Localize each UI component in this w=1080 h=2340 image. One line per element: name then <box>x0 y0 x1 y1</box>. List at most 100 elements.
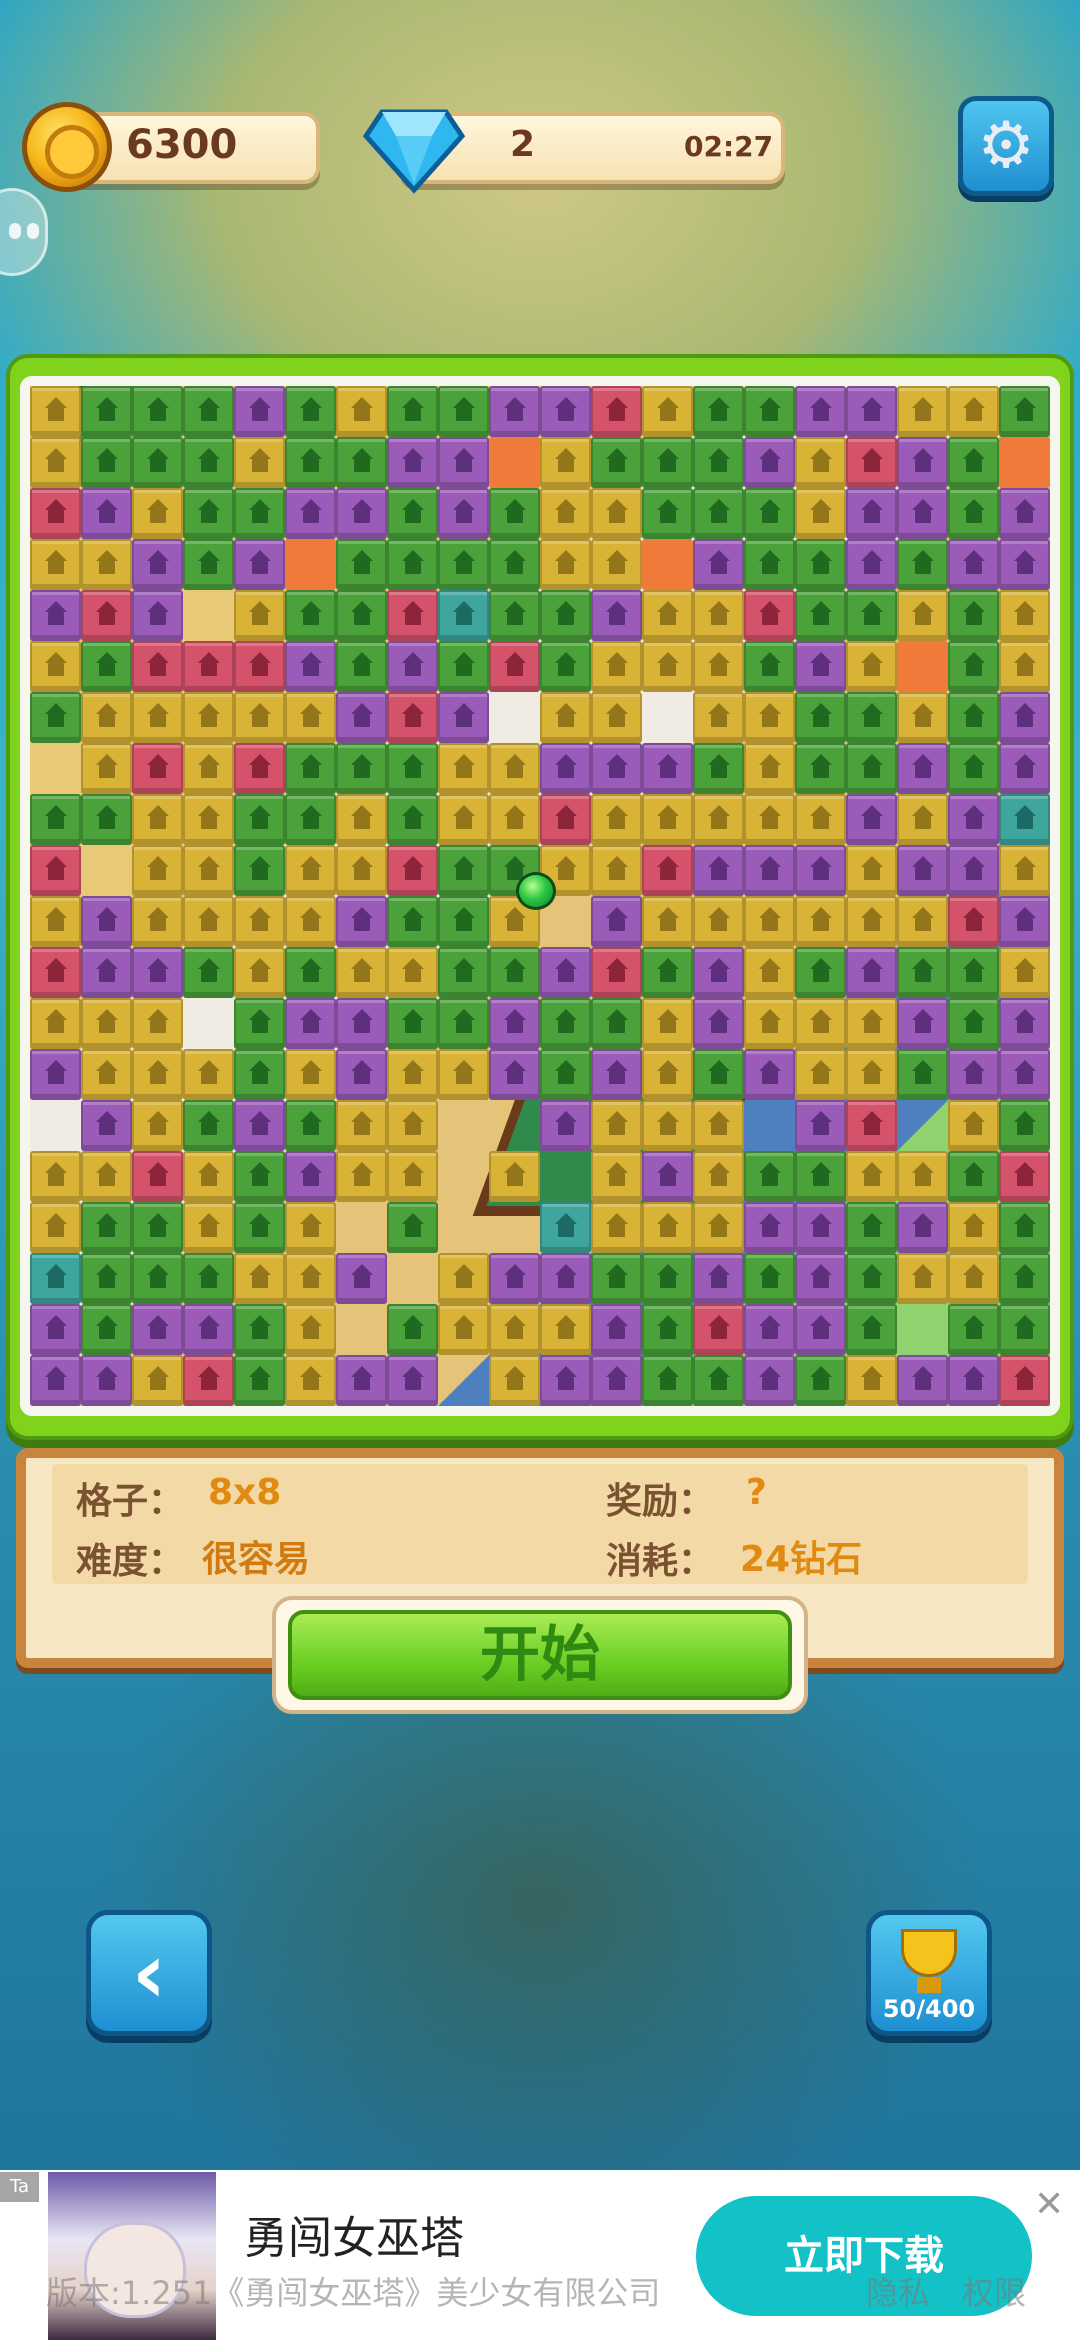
board-tile[interactable] <box>795 998 846 1049</box>
board-tile[interactable] <box>591 590 642 641</box>
board-tile[interactable] <box>693 488 744 539</box>
board-tile[interactable] <box>132 845 183 896</box>
board-tile[interactable] <box>642 896 693 947</box>
board-tile[interactable] <box>591 1304 642 1355</box>
board-tile[interactable] <box>438 1304 489 1355</box>
board-tile[interactable] <box>999 1151 1050 1202</box>
board-tile[interactable] <box>948 437 999 488</box>
board-tile[interactable] <box>642 641 693 692</box>
board-tile[interactable] <box>489 590 540 641</box>
board-tile[interactable] <box>183 1202 234 1253</box>
board-tile[interactable] <box>30 1304 81 1355</box>
board-tile[interactable] <box>234 692 285 743</box>
board-tile[interactable] <box>897 998 948 1049</box>
board-tile[interactable] <box>642 743 693 794</box>
board-tile[interactable] <box>285 488 336 539</box>
board-tile[interactable] <box>234 386 285 437</box>
board-tile[interactable] <box>285 743 336 794</box>
board-tile[interactable] <box>693 437 744 488</box>
board-tile[interactable] <box>999 896 1050 947</box>
board-tile[interactable] <box>795 590 846 641</box>
board-tile[interactable] <box>285 998 336 1049</box>
board-tile[interactable] <box>489 1253 540 1304</box>
board-tile[interactable] <box>81 1202 132 1253</box>
board-tile[interactable] <box>132 386 183 437</box>
board-tile[interactable] <box>336 1100 387 1151</box>
board-tile[interactable] <box>540 539 591 590</box>
board-tile[interactable] <box>336 998 387 1049</box>
board-tile[interactable] <box>693 1151 744 1202</box>
board-tile[interactable] <box>336 437 387 488</box>
board-tile[interactable] <box>387 1202 438 1253</box>
board-tile[interactable] <box>642 1202 693 1253</box>
board-tile[interactable] <box>846 488 897 539</box>
board-tile[interactable] <box>744 590 795 641</box>
board-tile[interactable] <box>693 1202 744 1253</box>
board-tile[interactable] <box>744 1253 795 1304</box>
board-tile[interactable] <box>846 998 897 1049</box>
board-tile[interactable] <box>591 386 642 437</box>
board-tile[interactable] <box>642 1304 693 1355</box>
board-tile[interactable] <box>591 1202 642 1253</box>
board-tile[interactable] <box>897 692 948 743</box>
board-tile[interactable] <box>132 1355 183 1406</box>
board-tile[interactable] <box>438 1253 489 1304</box>
board-tile[interactable] <box>285 1100 336 1151</box>
board-tile[interactable] <box>132 437 183 488</box>
board-tile[interactable] <box>744 539 795 590</box>
board-tile[interactable] <box>30 539 81 590</box>
board-tile[interactable] <box>336 590 387 641</box>
board-tile[interactable] <box>336 1253 387 1304</box>
board-tile[interactable] <box>438 998 489 1049</box>
board-tile[interactable] <box>336 896 387 947</box>
board-tile[interactable] <box>591 641 642 692</box>
board-tile[interactable] <box>132 896 183 947</box>
board-tile[interactable] <box>744 437 795 488</box>
board-tile[interactable] <box>30 1253 81 1304</box>
board-tile[interactable] <box>999 692 1050 743</box>
board-tile[interactable] <box>693 1049 744 1100</box>
board-tile[interactable] <box>336 1151 387 1202</box>
board-tile[interactable] <box>234 794 285 845</box>
board-tile[interactable] <box>387 947 438 998</box>
board-tile[interactable] <box>540 590 591 641</box>
board-tile[interactable] <box>30 692 81 743</box>
board-tile[interactable] <box>540 947 591 998</box>
board-tile[interactable] <box>693 692 744 743</box>
board-tile[interactable] <box>999 1253 1050 1304</box>
board-tile[interactable] <box>234 539 285 590</box>
board-tile[interactable] <box>489 1304 540 1355</box>
board-tile[interactable] <box>846 1049 897 1100</box>
board-tile[interactable] <box>234 1151 285 1202</box>
board-tile[interactable] <box>30 845 81 896</box>
board-tile[interactable] <box>285 794 336 845</box>
board-tile[interactable] <box>999 1202 1050 1253</box>
board-tile[interactable] <box>132 998 183 1049</box>
board-tile[interactable] <box>183 794 234 845</box>
board-tile[interactable] <box>948 845 999 896</box>
board-tile[interactable] <box>999 488 1050 539</box>
board-tile[interactable] <box>795 1151 846 1202</box>
board-tile[interactable] <box>183 1355 234 1406</box>
board-tile[interactable] <box>846 641 897 692</box>
board-tile[interactable] <box>999 386 1050 437</box>
board-tile[interactable] <box>999 539 1050 590</box>
board-tile[interactable] <box>336 692 387 743</box>
board-tile[interactable] <box>540 386 591 437</box>
board-tile[interactable] <box>285 386 336 437</box>
board-tile[interactable] <box>540 1304 591 1355</box>
board-tile[interactable] <box>744 1304 795 1355</box>
board-tile[interactable] <box>183 1304 234 1355</box>
board-tile[interactable] <box>642 794 693 845</box>
board-tile[interactable] <box>591 692 642 743</box>
board-tile[interactable] <box>540 1355 591 1406</box>
board-tile[interactable] <box>30 488 81 539</box>
board-tile[interactable] <box>489 641 540 692</box>
board-tile[interactable] <box>948 386 999 437</box>
board-tile[interactable] <box>336 1049 387 1100</box>
board-tile[interactable] <box>183 845 234 896</box>
board-tile[interactable] <box>132 488 183 539</box>
board-tile[interactable] <box>285 947 336 998</box>
board-tile[interactable] <box>540 998 591 1049</box>
board-tile[interactable] <box>132 1100 183 1151</box>
